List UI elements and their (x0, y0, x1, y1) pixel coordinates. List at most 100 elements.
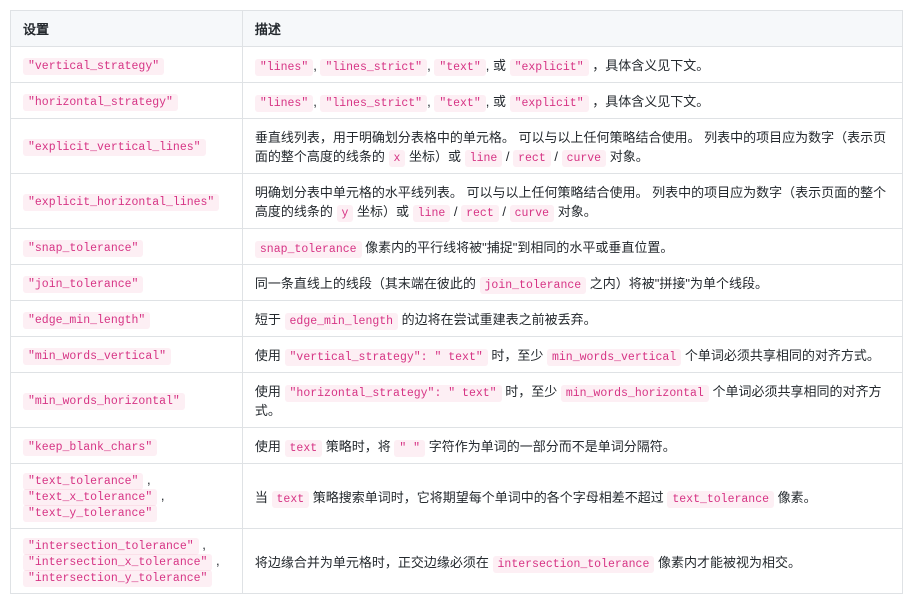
code-token: line (465, 150, 503, 167)
text: 坐标）或 (353, 204, 412, 219)
table-row: "min_words_horizontal" 使用 "horizontal_str… (11, 373, 903, 428)
code-token: "snap_tolerance" (23, 240, 143, 257)
code-token: "explicit_horizontal_lines" (23, 194, 219, 211)
code-token: min_words_vertical (547, 349, 681, 366)
code-token: "lines" (255, 59, 313, 76)
description-cell: 将边缘合并为单元格时，正交边缘必须在 intersection_toleranc… (242, 529, 902, 594)
code-token: "lines_strict" (320, 95, 427, 112)
text: 时，至少 (488, 348, 547, 363)
code-token: edge_min_length (285, 313, 399, 330)
code-token: x (389, 150, 406, 167)
table-row: "join_tolerance" 同一条直线上的线段（其末端在彼此的 join_t… (11, 265, 903, 301)
code-token: "horizontal_strategy" (23, 94, 178, 111)
text: 当 (255, 490, 272, 505)
text: / (551, 149, 562, 164)
code-token: "horizontal_strategy": " text" (285, 385, 502, 402)
description-cell: 同一条直线上的线段（其末端在彼此的 join_tolerance 之内）将被"拼… (242, 265, 902, 301)
setting-cell: "text_tolerance" , "text_x_tolerance" , … (11, 464, 243, 529)
text: 字符作为单词的一部分而不是单词分隔符。 (425, 439, 676, 454)
description-cell: 明确划分表中单元格的水平线列表。 可以与以上任何策略结合使用。 列表中的项目应为… (242, 174, 902, 229)
description-cell: snap_tolerance 像素内的平行线将被"捕捉"到相同的水平或垂直位置。 (242, 229, 902, 265)
code-token: "vertical_strategy" (23, 58, 164, 75)
text: 策略搜索单词时，它将期望每个单词中的各个字母相差不超过 (309, 490, 667, 505)
code-token: curve (510, 205, 555, 222)
code-token: snap_tolerance (255, 241, 362, 258)
code-token: "text" (434, 59, 485, 76)
description-cell: 使用 text 策略时，将 " " 字符作为单词的一部分而不是单词分隔符。 (242, 428, 902, 464)
setting-cell: "intersection_tolerance" , "intersection… (11, 529, 243, 594)
setting-cell: "explicit_horizontal_lines" (11, 174, 243, 229)
setting-cell: "min_words_vertical" (11, 337, 243, 373)
table-header-row: 设置 描述 (11, 11, 903, 47)
code-token: "min_words_vertical" (23, 348, 171, 365)
code-token: text (285, 440, 323, 457)
text: 策略时，将 (322, 439, 394, 454)
code-token: " " (394, 440, 425, 457)
text: 之内）将被"拼接"为单个线段。 (586, 276, 768, 291)
table-row: "min_words_vertical"使用 "vertical_strateg… (11, 337, 903, 373)
text: 时，至少 (502, 384, 561, 399)
code-token: "text_tolerance" (23, 473, 143, 490)
text: 个单词必须共享相同的对齐方式。 (681, 348, 880, 363)
table-row: "vertical_strategy" "lines", "lines_stric… (11, 47, 903, 83)
text: , (212, 553, 219, 568)
setting-cell: "horizontal_strategy" (11, 83, 243, 119)
table-row: "explicit_horizontal_lines" 明确划分表中单元格的水平线… (11, 174, 903, 229)
table-row: "keep_blank_chars" 使用 text 策略时，将 " " 字符作为… (11, 428, 903, 464)
code-token: "min_words_horizontal" (23, 393, 185, 410)
code-token: "intersection_x_tolerance" (23, 554, 212, 571)
setting-cell: "edge_min_length" (11, 301, 243, 337)
code-token: "intersection_tolerance" (23, 538, 199, 555)
text: 的边将在尝试重建表之前被丢弃。 (398, 312, 597, 327)
text: 像素内才能被视为相交。 (654, 555, 801, 570)
header-setting: 设置 (11, 11, 243, 47)
code-token: "lines_strict" (320, 59, 427, 76)
table-row: "text_tolerance" , "text_x_tolerance" , … (11, 464, 903, 529)
setting-cell: "snap_tolerance" (11, 229, 243, 265)
text: 短于 (255, 312, 285, 327)
text: ，具体含义见下文。 (589, 58, 710, 73)
text: 对象。 (554, 204, 597, 219)
text: ，具体含义见下文。 (589, 94, 710, 109)
text: 像素。 (774, 490, 817, 505)
code-token: "join_tolerance" (23, 276, 143, 293)
code-token: min_words_horizontal (561, 385, 709, 402)
code-token: "lines" (255, 95, 313, 112)
text: / (499, 204, 510, 219)
code-token: "explicit" (510, 95, 589, 112)
description-cell: 短于 edge_min_length 的边将在尝试重建表之前被丢弃。 (242, 301, 902, 337)
code-token: text_tolerance (667, 491, 774, 508)
table-row: "horizontal_strategy" "lines", "lines_str… (11, 83, 903, 119)
code-token: "keep_blank_chars" (23, 439, 157, 456)
description-cell: 使用 "horizontal_strategy": " text" 时，至少 m… (242, 373, 902, 428)
description-cell: "lines", "lines_strict", "text", 或 "expl… (242, 47, 902, 83)
text: 将边缘合并为单元格时，正交边缘必须在 (255, 555, 493, 570)
table-row: "intersection_tolerance" , "intersection… (11, 529, 903, 594)
code-token: "intersection_y_tolerance" (23, 570, 212, 587)
text: , (157, 488, 164, 503)
table-row: "edge_min_length"短于 edge_min_length 的边将在… (11, 301, 903, 337)
setting-cell: "explicit_vertical_lines" (11, 119, 243, 174)
table-row: "snap_tolerance" snap_tolerance 像素内的平行线将被… (11, 229, 903, 265)
code-token: "text_y_tolerance" (23, 505, 157, 522)
setting-cell: "join_tolerance" (11, 265, 243, 301)
description-cell: 垂直线列表，用于明确划分表格中的单元格。 可以与以上任何策略结合使用。 列表中的… (242, 119, 902, 174)
text: 坐标）或 (405, 149, 464, 164)
text: 同一条直线上的线段（其末端在彼此的 (255, 276, 480, 291)
setting-cell: "vertical_strategy" (11, 47, 243, 83)
text: , 或 (486, 58, 510, 73)
setting-cell: "keep_blank_chars" (11, 428, 243, 464)
text: 使用 (255, 439, 285, 454)
text: , (199, 537, 206, 552)
code-token: curve (562, 150, 607, 167)
description-cell: "lines", "lines_strict", "text", 或 "expl… (242, 83, 902, 119)
code-token: rect (513, 150, 551, 167)
code-token: "text" (434, 95, 485, 112)
code-token: line (413, 205, 451, 222)
text: 使用 (255, 384, 285, 399)
header-description: 描述 (242, 11, 902, 47)
text: 像素内的平行线将被"捕捉"到相同的水平或垂直位置。 (362, 240, 674, 255)
text: , 或 (486, 94, 510, 109)
code-token: "vertical_strategy": " text" (285, 349, 488, 366)
text: 对象。 (606, 149, 649, 164)
